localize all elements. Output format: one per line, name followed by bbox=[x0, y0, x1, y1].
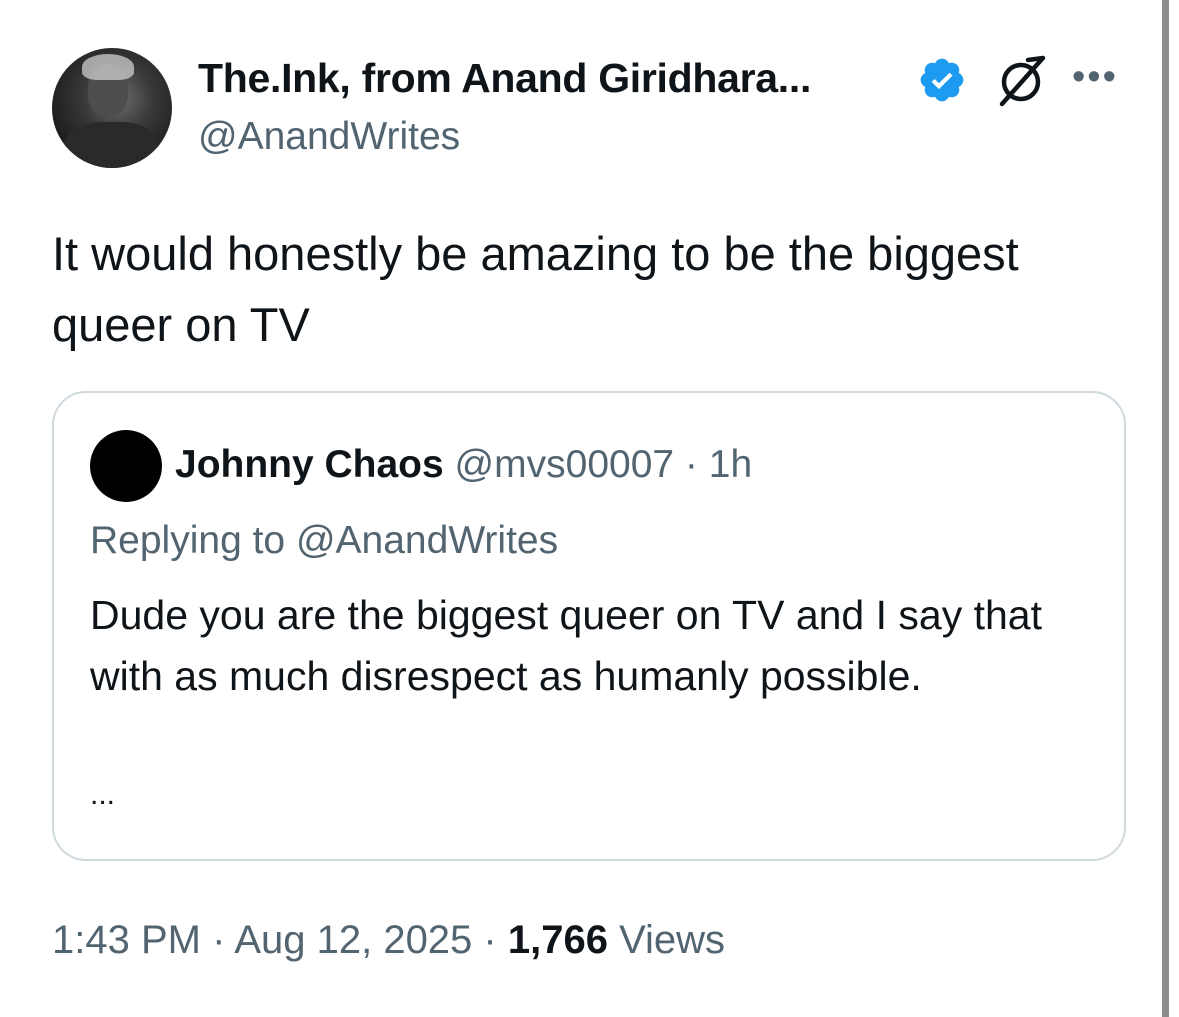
replying-to-text: Replying to @AnandWrites bbox=[90, 519, 559, 562]
quoted-author-line: Johnny Chaos @mvs00007 · 1h bbox=[175, 443, 752, 487]
views-count: 1,766 bbox=[507, 918, 608, 962]
meta-separator: · bbox=[200, 918, 235, 962]
author-avatar[interactable] bbox=[52, 48, 172, 168]
author-handle[interactable]: @AnandWrites bbox=[198, 115, 460, 159]
quoted-tweet-text: Dude you are the biggest queer on TV and… bbox=[90, 592, 1042, 699]
avatar-figure-body bbox=[64, 122, 160, 168]
meta-separator: · bbox=[472, 918, 508, 962]
quoted-author-avatar[interactable] bbox=[90, 430, 162, 502]
quoted-separator: · bbox=[674, 443, 709, 486]
quoted-author-name[interactable]: Johnny Chaos bbox=[175, 443, 444, 486]
verified-badge-icon bbox=[920, 58, 964, 102]
views-label: Views bbox=[607, 918, 726, 962]
window-edge-bar bbox=[1162, 0, 1169, 1017]
tweet-meta: 1:43 PM · Aug 12, 2025 · 1,766 Views bbox=[52, 918, 725, 963]
author-display-name[interactable]: The.Ink, from Anand Giridhara... bbox=[198, 55, 811, 102]
quoted-truncation: ... bbox=[90, 778, 116, 811]
quoted-author-handle[interactable]: @mvs00007 bbox=[455, 443, 675, 486]
affiliate-badge-icon[interactable] bbox=[990, 54, 1050, 108]
tweet-text: It would honestly be amazing to be the b… bbox=[52, 227, 1019, 351]
avatar-figure-hair bbox=[82, 54, 134, 80]
quoted-time[interactable]: 1h bbox=[709, 443, 752, 486]
tweet-date[interactable]: Aug 12, 2025 bbox=[234, 918, 472, 962]
more-horizontal-icon[interactable]: ••• bbox=[1072, 58, 1118, 96]
tweet-time[interactable]: 1:43 PM bbox=[52, 918, 201, 962]
